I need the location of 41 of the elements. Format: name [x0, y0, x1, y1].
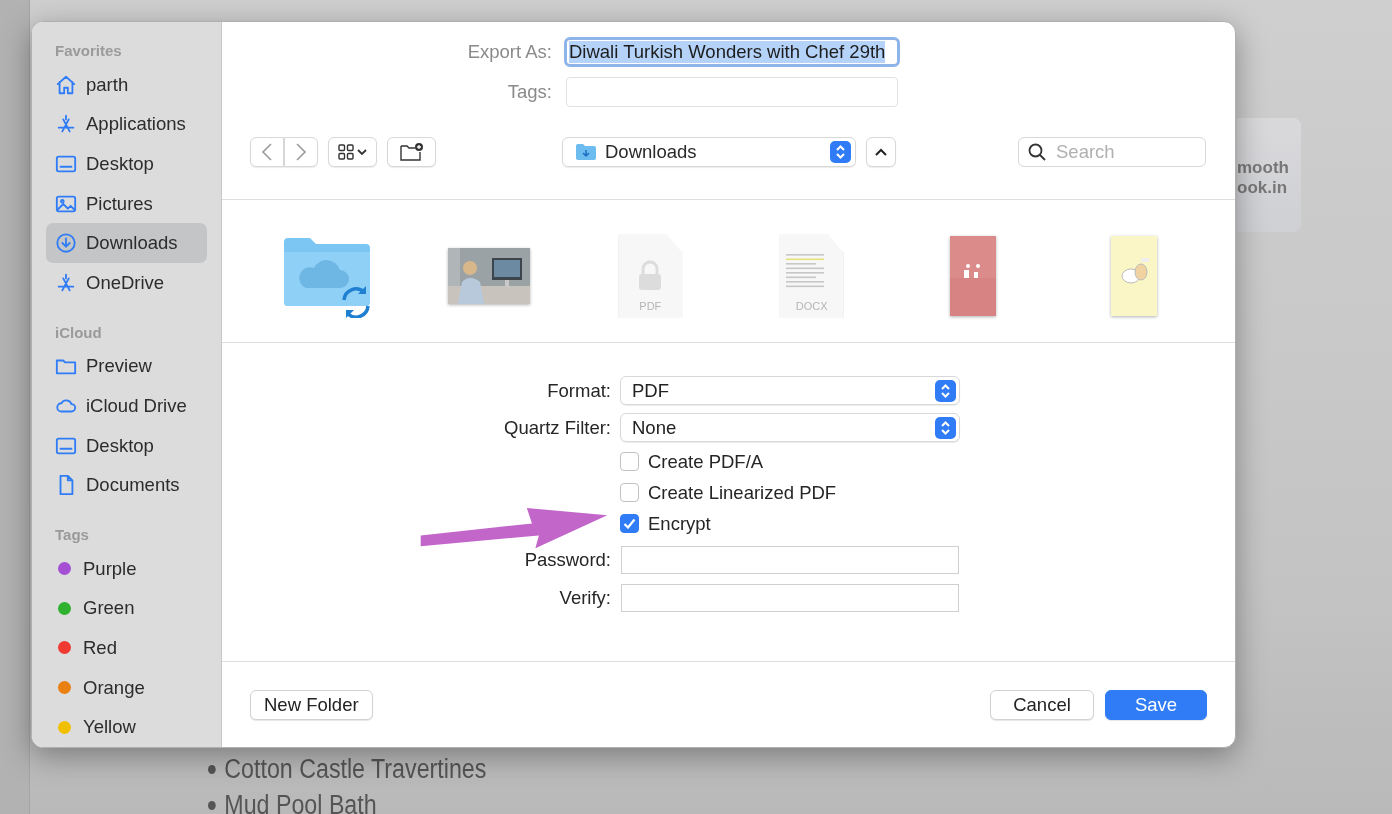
sidebar-item[interactable]: parth: [46, 65, 207, 105]
sidebar-item[interactable]: Applications: [46, 104, 207, 145]
sidebar-item[interactable]: Preview: [46, 346, 207, 387]
tag-text: ook.in: [1237, 178, 1289, 198]
pdf-file-icon: PDF: [618, 234, 683, 318]
tag-text: mooth: [1237, 158, 1290, 178]
field-label: Export As:: [467, 41, 552, 63]
field-label: Password:: [524, 549, 611, 571]
sidebar-item[interactable]: Red: [46, 628, 207, 668]
quartz-filter-popup[interactable]: None: [620, 413, 960, 442]
sidebar-item[interactable]: iCloud Drive: [46, 386, 207, 426]
field-label: Verify:: [559, 587, 611, 609]
sidebar-item[interactable]: Yellow: [46, 707, 207, 747]
sidebar-item[interactable]: Documents: [46, 465, 207, 505]
sidebar-item[interactable]: Desktop: [46, 144, 207, 184]
field-label: Format:: [547, 379, 611, 402]
field-label: Quartz Filter:: [504, 416, 611, 439]
sidebar-section-title: Tags: [54, 524, 90, 545]
save-button[interactable]: Save: [1105, 689, 1207, 720]
location-popup[interactable]: Downloads: [562, 137, 856, 167]
sidebar-item[interactable]: Downloads: [46, 223, 207, 263]
format-popup[interactable]: PDF: [620, 376, 960, 405]
bullet-item: Cotton Castle Travertines: [208, 751, 1227, 787]
sidebar-item[interactable]: Purple: [46, 548, 207, 589]
new-folder-button[interactable]: New Folder: [250, 689, 373, 720]
search-bar[interactable]: Search: [1018, 137, 1206, 167]
field-label: Tags:: [507, 81, 552, 103]
checkbox-label: Create PDF/A: [648, 450, 764, 473]
bullet-item: Mud Pool Bath: [208, 787, 1227, 814]
checkbox-label: Encrypt: [648, 512, 711, 535]
sidebar-section-title: iCloud: [54, 322, 103, 343]
sidebar-section-title: Favorites: [54, 41, 123, 61]
sidebar-item[interactable]: Orange: [46, 667, 207, 708]
cancel-button[interactable]: Cancel: [990, 689, 1094, 720]
sidebar-item[interactable]: Green: [46, 588, 207, 629]
sidebar-item[interactable]: OneDrive: [46, 262, 207, 303]
file-name-field[interactable]: Diwali Turkish Wonders with Chef 29th: [564, 37, 900, 67]
document-file-icon: DOCX: [779, 234, 844, 318]
checkbox-label: Create Linearized PDF: [648, 481, 837, 504]
sidebar-item[interactable]: Pictures: [46, 183, 207, 224]
sidebar-item[interactable]: Desktop: [46, 425, 207, 466]
